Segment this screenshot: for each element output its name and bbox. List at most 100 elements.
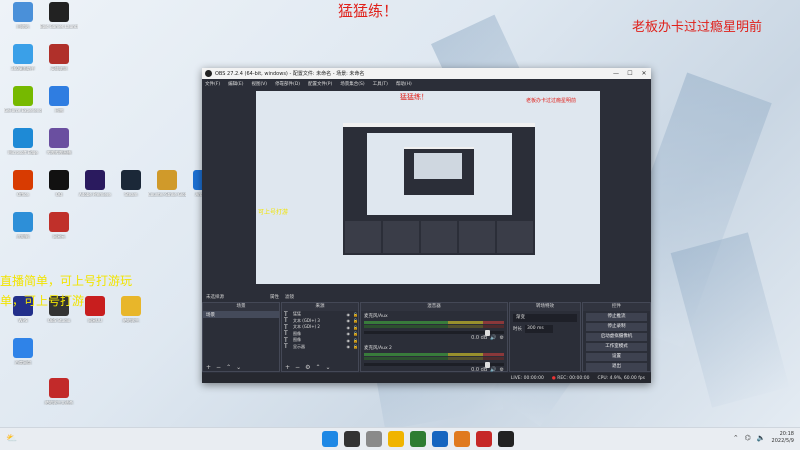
- lock-icon[interactable]: 🔓: [353, 331, 358, 336]
- source-name: 图像: [293, 330, 301, 336]
- network-icon[interactable]: ⌬: [745, 434, 751, 442]
- taskbar-app-icon[interactable]: [366, 431, 382, 447]
- desktop-icon-label: 百度网盘: [15, 360, 31, 365]
- visibility-icon[interactable]: ◉: [347, 312, 351, 317]
- remove-source-icon[interactable]: −: [295, 364, 300, 371]
- desktop-icon[interactable]: 360桌面助手: [4, 44, 42, 71]
- visibility-icon[interactable]: ◉: [347, 318, 351, 323]
- menu-file[interactable]: 文件(F): [205, 81, 220, 87]
- source-item[interactable]: T 图像 ◉ 🔓: [282, 337, 358, 344]
- properties-button[interactable]: 属性: [270, 294, 279, 300]
- desktop-icon[interactable]: Epic Games Launcher: [40, 2, 78, 29]
- widgets-icon[interactable]: ⛅: [6, 434, 17, 444]
- menu-profile[interactable]: 配置文件(P): [308, 81, 332, 87]
- lock-icon[interactable]: 🔓: [353, 318, 358, 323]
- duration-input[interactable]: 300 ms: [525, 325, 553, 333]
- desktop-icon-label: 360桌面助手: [11, 66, 35, 71]
- studio-mode-button[interactable]: 工作室模式: [586, 343, 647, 351]
- stop-recording-button[interactable]: 停止录制: [586, 323, 647, 331]
- cpu-status: CPU: 4.9%, 60.00 fps: [597, 375, 646, 381]
- desktop-icon[interactable]: Office: [4, 170, 42, 197]
- visibility-icon[interactable]: ◉: [347, 325, 351, 330]
- visibility-icon[interactable]: ◉: [347, 344, 351, 349]
- clock[interactable]: 20:18 2022/5/9: [772, 431, 794, 445]
- menu-docks[interactable]: 停靠部件(D): [275, 81, 300, 87]
- volume-slider[interactable]: [364, 361, 504, 368]
- desktop-icon[interactable]: 此电脑: [4, 212, 42, 239]
- exit-button[interactable]: 退出: [586, 363, 647, 371]
- no-source-selected-label: 未选择源: [206, 294, 224, 300]
- desktop-icon[interactable]: Steam: [112, 170, 150, 197]
- settings-button[interactable]: 设置: [586, 353, 647, 361]
- desktop-icon[interactable]: Microsoft Edge: [4, 128, 42, 155]
- lock-icon[interactable]: 🔓: [353, 312, 358, 317]
- lock-icon[interactable]: 🔓: [353, 344, 358, 349]
- taskbar-app-icon[interactable]: [388, 431, 404, 447]
- scenes-dock: 场景 场景 + − ⌃ ⌄: [202, 302, 280, 372]
- menu-scene-collection[interactable]: 场景集合(S): [340, 81, 364, 87]
- lock-icon[interactable]: 🔓: [353, 325, 358, 330]
- add-source-icon[interactable]: +: [285, 364, 290, 371]
- preview-overlay-text: 猛猛练！: [400, 93, 428, 101]
- gear-icon[interactable]: ⚙: [500, 335, 504, 341]
- desktop-icon[interactable]: QQ: [40, 170, 78, 197]
- add-scene-icon[interactable]: +: [206, 364, 211, 371]
- menu-view[interactable]: 视图(V): [251, 81, 267, 87]
- desktop-icon[interactable]: 回收站: [4, 2, 42, 29]
- desktop-icon-label: WPS: [18, 318, 28, 323]
- desktop-icon[interactable]: 迅雷: [40, 86, 78, 113]
- obs-window[interactable]: OBS 27.2.4 (64-bit, windows) - 配置文件: 未命名…: [202, 68, 651, 383]
- move-down-icon[interactable]: ⌄: [325, 364, 330, 371]
- scene-item[interactable]: 场景: [203, 311, 279, 318]
- source-item[interactable]: T 文本 (GDI+) 2 ◉ 🔓: [282, 324, 358, 331]
- close-button[interactable]: ✕: [637, 70, 651, 77]
- volume-meter: [364, 357, 504, 360]
- virtual-camera-button[interactable]: 启动虚拟摄像机: [586, 333, 647, 341]
- speaker-icon[interactable]: 🔊: [490, 335, 496, 341]
- volume-icon[interactable]: 🔈: [757, 434, 766, 442]
- desktop-icon[interactable]: Adobe Premiere: [76, 170, 114, 197]
- nested-docks: [343, 219, 535, 255]
- volume-slider[interactable]: [364, 329, 504, 336]
- move-down-icon[interactable]: ⌄: [236, 364, 241, 371]
- menu-help[interactable]: 帮助(H): [396, 81, 412, 87]
- visibility-icon[interactable]: ◉: [347, 331, 351, 336]
- move-up-icon[interactable]: ⌃: [226, 364, 231, 371]
- desktop-icon[interactable]: 绝地求生: [112, 296, 150, 323]
- remove-scene-icon[interactable]: −: [216, 364, 221, 371]
- desktop-icon[interactable]: Counter-Strike Global Off...: [148, 170, 186, 197]
- filters-button[interactable]: 滤镜: [285, 294, 294, 300]
- transition-select[interactable]: 渐变: [513, 314, 577, 322]
- source-item[interactable]: T 猛猛 ◉ 🔓: [282, 311, 358, 318]
- desktop-icon[interactable]: 英雄联盟: [40, 44, 78, 71]
- taskbar-app-icon[interactable]: [410, 431, 426, 447]
- menu-tools[interactable]: 工具(T): [373, 81, 388, 87]
- desktop-icon-label: Epic Games Launcher: [40, 24, 78, 29]
- maximize-button[interactable]: ☐: [623, 70, 637, 77]
- source-settings-icon[interactable]: ⚙: [305, 364, 310, 371]
- desktop-icon[interactable]: 绝地求生大逃杀: [40, 378, 78, 405]
- desktop-icon[interactable]: GeForce Experience: [4, 86, 42, 113]
- stop-streaming-button[interactable]: 停止推流: [586, 313, 647, 321]
- minimize-button[interactable]: —: [609, 70, 623, 77]
- taskbar-app-icon[interactable]: [344, 431, 360, 447]
- desktop-icon[interactable]: 哔哩哔哩直播: [40, 128, 78, 155]
- app-icon: [13, 86, 33, 106]
- desktop-icon-label: Office: [17, 192, 29, 197]
- taskbar-app-icon[interactable]: [432, 431, 448, 447]
- start-button-icon[interactable]: [322, 431, 338, 447]
- menu-edit[interactable]: 编辑(E): [228, 81, 243, 87]
- chevron-up-icon[interactable]: ⌃: [733, 434, 739, 442]
- obs-title-bar[interactable]: OBS 27.2.4 (64-bit, windows) - 配置文件: 未命名…: [202, 68, 651, 79]
- taskbar-app-icon[interactable]: [498, 431, 514, 447]
- source-item[interactable]: T 显示器 ◉ 🔓: [282, 343, 358, 350]
- window-title: OBS 27.2.4 (64-bit, windows) - 配置文件: 未命名…: [215, 71, 365, 77]
- preview-canvas[interactable]: 猛猛练！ 老板办卡过过瘾星明前 可上号打游: [256, 91, 600, 284]
- visibility-icon[interactable]: ◉: [347, 338, 351, 343]
- desktop-icon[interactable]: 网易云: [40, 212, 78, 239]
- lock-icon[interactable]: 🔓: [353, 338, 358, 343]
- move-up-icon[interactable]: ⌃: [315, 364, 320, 371]
- taskbar-app-icon[interactable]: [476, 431, 492, 447]
- desktop-icon[interactable]: 百度网盘: [4, 338, 42, 365]
- taskbar-app-icon[interactable]: [454, 431, 470, 447]
